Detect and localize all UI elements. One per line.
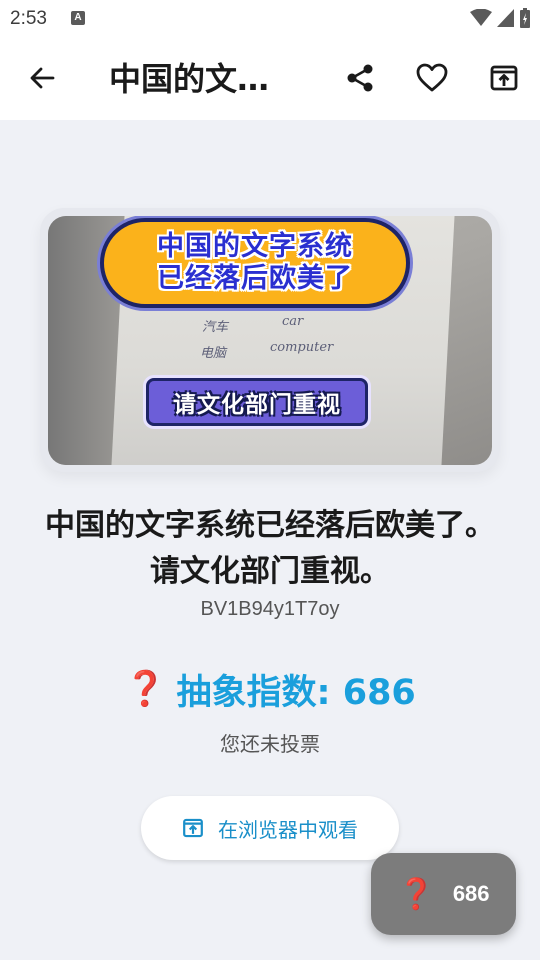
thumbnail-headline-banner: 中国的文字系统 已经落后欧美了 xyxy=(100,218,410,308)
back-button[interactable] xyxy=(20,56,64,100)
app-bar: 中国的文… xyxy=(0,36,540,120)
back-arrow-icon xyxy=(30,67,55,89)
question-mark-icon: ❓ xyxy=(397,876,435,912)
share-button[interactable] xyxy=(338,56,382,100)
handwriting-text: 电脑 xyxy=(200,346,227,361)
thumbnail-headline-line: 中国的文字系统 xyxy=(157,231,353,262)
battery-icon xyxy=(520,8,530,28)
share-icon xyxy=(347,64,373,92)
open-in-browser-label: 在浏览器中观看 xyxy=(218,817,358,842)
thumbnail-headline-line: 已经落后欧美了 xyxy=(157,263,353,294)
open-external-icon xyxy=(490,65,518,91)
notification-app-icon: A xyxy=(71,11,85,25)
cell-signal-icon xyxy=(497,9,514,27)
status-indicators xyxy=(470,6,530,30)
open-external-icon xyxy=(183,818,203,838)
handwriting-text: computer xyxy=(270,340,334,355)
open-in-browser-button[interactable]: 在浏览器中观看 xyxy=(141,796,399,860)
open-external-button[interactable] xyxy=(482,56,526,100)
question-mark-icon: ❓ xyxy=(124,669,167,709)
favorite-button[interactable] xyxy=(410,56,454,100)
handwriting-text: 汽车 xyxy=(202,320,229,335)
video-title: 中国的文字系统已经落后欧美了。请文化部门重视。 xyxy=(45,508,495,589)
wifi-icon xyxy=(470,9,492,26)
abstract-index-label: 抽象指数: 686 xyxy=(176,672,416,713)
video-thumbnail[interactable]: 汽车 car 电脑 computer 中国的文字系统 已经落后欧美了 请文化部门… xyxy=(48,216,492,465)
fab-count: 686 xyxy=(452,881,490,906)
status-time: 2:53 xyxy=(10,8,47,29)
handwriting-text: car xyxy=(282,314,304,329)
status-bar: 2:53 A xyxy=(0,0,540,36)
thumbnail-subtitle-text: 请文化部门重视 xyxy=(173,392,341,418)
vote-status: 您还未投票 xyxy=(220,732,320,756)
video-id: BV1B94y1T7oy xyxy=(200,598,340,620)
page-title: 中国的文… xyxy=(109,60,270,98)
vote-fab[interactable]: ❓ 686 xyxy=(371,853,516,935)
heart-icon xyxy=(416,63,448,92)
abstract-index-row: ❓ 抽象指数: 686 xyxy=(0,663,540,715)
thumbnail-subtitle-banner: 请文化部门重视 xyxy=(146,378,368,426)
